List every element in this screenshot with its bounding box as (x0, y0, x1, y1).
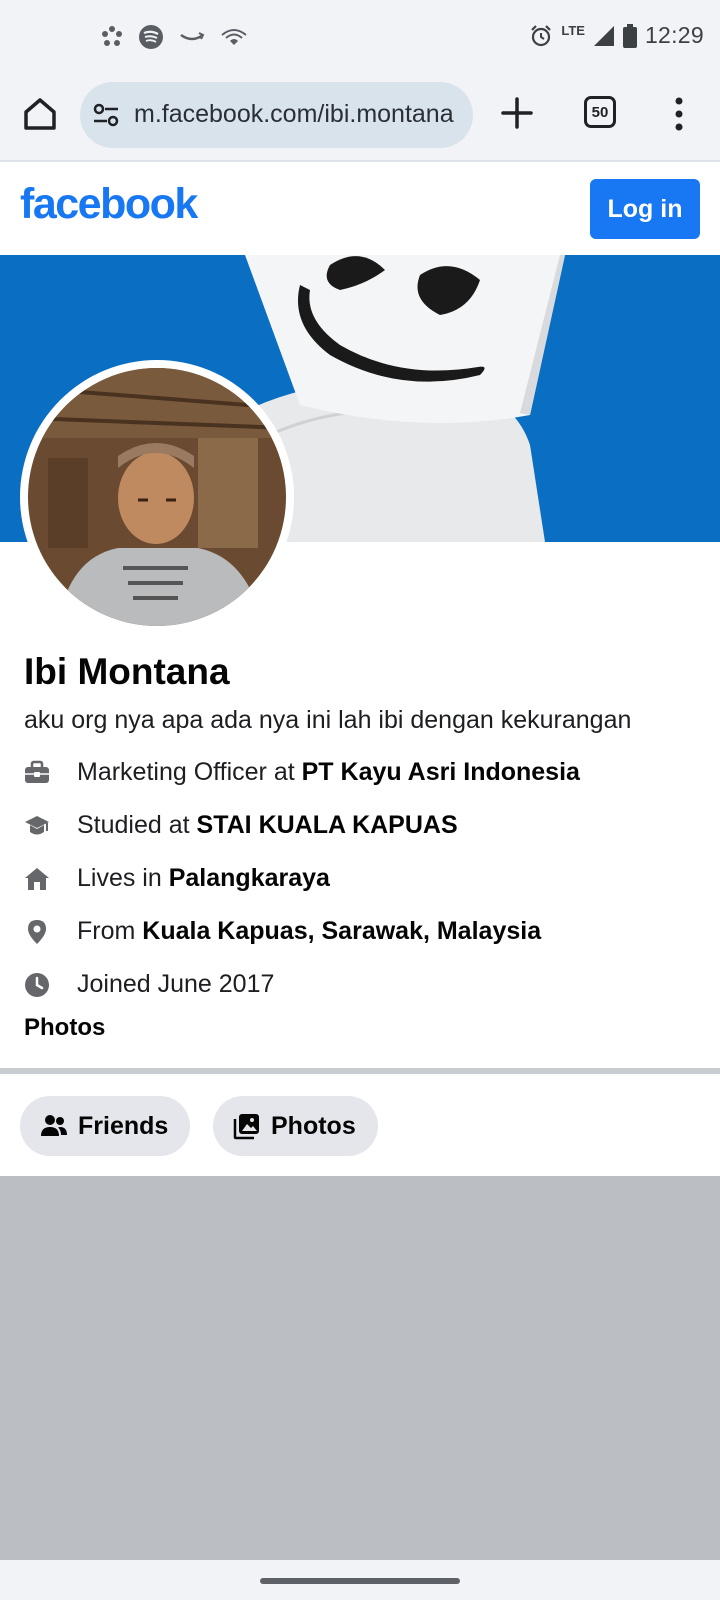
avatar-image (28, 368, 286, 626)
clock-icon (25, 973, 49, 997)
intro-item-lives-in: Lives in Palangkaraya (24, 854, 704, 907)
intro-item-from: From Kuala Kapuas, Sarawak, Malaysia (24, 907, 704, 960)
address-bar[interactable]: m.facebook.com/ibi.montana (80, 82, 473, 148)
intro-text: Marketing Officer at PT Kayu Asri Indone… (77, 758, 580, 786)
spotify-icon (139, 25, 163, 49)
status-bar: LTE 12:29 (0, 0, 720, 78)
browser-toolbar: m.facebook.com/ibi.montana 50 (0, 78, 720, 162)
network-type: LTE (561, 23, 585, 38)
graduation-cap-icon (25, 816, 49, 835)
home-icon (25, 868, 49, 890)
site-settings-icon[interactable] (92, 101, 120, 129)
photos-icon (233, 1114, 259, 1140)
status-right-icons: LTE 12:29 (529, 22, 704, 49)
friends-icon (41, 1115, 67, 1136)
tab-switcher-button[interactable]: 50 (584, 96, 616, 128)
tab-friends-label: Friends (78, 1111, 169, 1140)
location-pin-icon (28, 920, 46, 944)
home-icon[interactable] (20, 94, 60, 134)
intro-item-work: Marketing Officer at PT Kayu Asri Indone… (24, 748, 704, 801)
tab-photos[interactable]: Photos (213, 1096, 378, 1156)
login-button[interactable]: Log in (590, 179, 700, 239)
intro-text: Studied at STAI KUALA KAPUAS (77, 811, 458, 839)
intro-text: Lives in Palangkaraya (77, 864, 330, 892)
profile-name: Ibi Montana (24, 651, 230, 692)
profile-picture[interactable] (20, 360, 294, 634)
system-nav-bar (0, 1560, 720, 1600)
wifi-calling-icon (221, 29, 247, 45)
avatar (28, 368, 286, 626)
tab-photos-label: Photos (271, 1111, 356, 1140)
intro-text: From Kuala Kapuas, Sarawak, Malaysia (77, 917, 542, 945)
amazon-smile-icon (180, 32, 205, 41)
more-options-icon[interactable] (664, 96, 694, 132)
signal-icon (593, 25, 614, 46)
status-left-icons (100, 24, 248, 50)
briefcase-icon (25, 760, 49, 783)
intro-list: Marketing Officer at PT Kayu Asri Indone… (24, 748, 704, 1013)
gesture-handle[interactable] (260, 1578, 460, 1584)
battery-icon (622, 23, 637, 48)
facebook-logo[interactable]: facebook (20, 180, 198, 229)
photos-section-heading: Photos (24, 1014, 106, 1041)
site-header: facebook Log in (0, 162, 720, 255)
content-loading-area (0, 1176, 720, 1560)
intro-text: Joined June 2017 (77, 970, 275, 998)
intro-item-education: Studied at STAI KUALA KAPUAS (24, 801, 704, 854)
pinwheel-icon (102, 26, 122, 46)
alarm-icon (531, 24, 552, 46)
url-text[interactable]: m.facebook.com/ibi.montana (134, 100, 454, 129)
clock-time: 12:29 (644, 22, 704, 48)
page: LTE 12:29 m.facebook.com/ibi.montana 50 … (0, 0, 720, 1600)
profile-bio: aku org nya apa ada nya ini lah ibi deng… (24, 706, 632, 734)
profile-tabs: Friends Photos (0, 1074, 720, 1176)
tab-friends[interactable]: Friends (20, 1096, 191, 1156)
new-tab-icon[interactable] (500, 96, 534, 130)
intro-item-joined: Joined June 2017 (24, 960, 704, 1013)
